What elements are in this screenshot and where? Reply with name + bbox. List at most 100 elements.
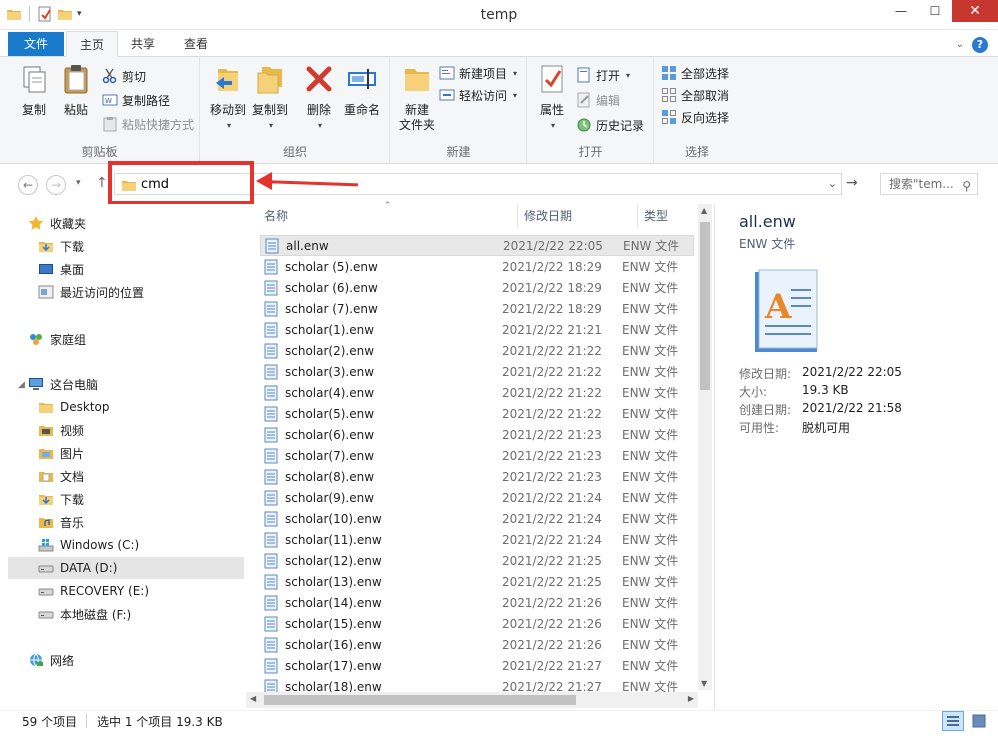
- search-icon[interactable]: ⚲: [962, 176, 971, 196]
- file-row[interactable]: scholar(7).enw 2021/2/22 21:23 ENW 文件: [260, 445, 694, 466]
- nav-label: 下载: [60, 492, 85, 507]
- scrollbar-thumb[interactable]: [700, 222, 710, 390]
- easy-access-label: 轻松访问: [459, 88, 508, 103]
- scroll-left-icon[interactable]: ◀: [250, 694, 256, 703]
- file-row[interactable]: scholar(4).enw 2021/2/22 21:22 ENW 文件: [260, 382, 694, 403]
- nav-drive-c[interactable]: Windows (C:): [0, 534, 246, 556]
- file-name: scholar (7).enw: [285, 301, 378, 316]
- file-row[interactable]: scholar(16).enw 2021/2/22 21:26 ENW 文件: [260, 634, 694, 655]
- file-name-cell: scholar (5).enw: [260, 259, 502, 275]
- nav-pc-desktop[interactable]: Desktop: [0, 396, 246, 418]
- file-row[interactable]: scholar(5).enw 2021/2/22 21:22 ENW 文件: [260, 403, 694, 424]
- file-type: ENW 文件: [622, 449, 679, 463]
- nav-recent[interactable]: 最近访问的位置: [0, 281, 246, 303]
- back-button[interactable]: ←: [18, 175, 38, 195]
- file-row[interactable]: scholar(6).enw 2021/2/22 21:23 ENW 文件: [260, 424, 694, 445]
- copy-button[interactable]: 复制: [14, 63, 54, 118]
- column-header-name[interactable]: 名称: [258, 204, 518, 228]
- details-size-value: 19.3 KB: [802, 383, 849, 397]
- file-row[interactable]: scholar(10).enw 2021/2/22 21:24 ENW 文件: [260, 508, 694, 529]
- chevron-down-icon[interactable]: ⌄: [828, 177, 837, 190]
- new-group-label: 新建: [446, 145, 471, 159]
- new-item-button[interactable]: 新建项目 ▾: [439, 63, 517, 83]
- nav-pictures[interactable]: 图片: [0, 442, 246, 464]
- search-input[interactable]: 搜索"tem... ⚲: [880, 173, 978, 195]
- large-icons-view-button[interactable]: [968, 711, 990, 731]
- nav-desktop[interactable]: 桌面: [0, 258, 246, 280]
- details-modified-value: 2021/2/22 22:05: [802, 365, 902, 379]
- cut-button[interactable]: 剪切: [102, 66, 146, 86]
- details-view-button[interactable]: [942, 711, 964, 731]
- delete-icon: [306, 66, 332, 92]
- nav-drive-f[interactable]: 本地磁盘 (F:): [0, 603, 246, 625]
- scroll-right-icon[interactable]: ▶: [688, 694, 694, 703]
- delete-button[interactable]: 删除 ▾: [299, 63, 339, 133]
- nav-homegroup[interactable]: 家庭组: [0, 328, 246, 350]
- chevron-down-icon: ▾: [226, 121, 231, 130]
- nav-drive-e[interactable]: RECOVERY (E:): [0, 580, 246, 602]
- file-row[interactable]: scholar(3).enw 2021/2/22 21:22 ENW 文件: [260, 361, 694, 382]
- horizontal-scrollbar[interactable]: ◀ ▶: [246, 692, 698, 708]
- nav-music[interactable]: 音乐: [0, 511, 246, 533]
- help-icon[interactable]: ?: [972, 37, 988, 53]
- properties-button[interactable]: 属性 ▾: [532, 63, 572, 133]
- file-name-cell: scholar(6).enw: [260, 427, 502, 443]
- file-name: scholar(4).enw: [285, 385, 375, 400]
- nav-downloads[interactable]: 下载: [0, 235, 246, 257]
- paste-shortcut-button[interactable]: 粘贴快捷方式: [102, 114, 194, 134]
- select-all-button[interactable]: 全部选择: [661, 63, 729, 83]
- paste-button[interactable]: 粘贴: [56, 63, 96, 118]
- recent-locations-icon[interactable]: ▾: [76, 178, 81, 188]
- nav-pc-downloads[interactable]: 下载: [0, 488, 246, 510]
- file-row[interactable]: all.enw 2021/2/22 22:05 ENW 文件: [260, 235, 694, 256]
- close-button[interactable]: ✕: [952, 0, 998, 22]
- scrollbar-thumb[interactable]: [264, 695, 576, 705]
- rename-button[interactable]: 重命名: [339, 63, 385, 118]
- tab-view[interactable]: 查看: [171, 31, 221, 57]
- up-arrow-icon[interactable]: ↑: [96, 175, 108, 191]
- maximize-button[interactable]: ☐: [918, 0, 952, 22]
- vertical-scrollbar[interactable]: ▲ ▼: [698, 204, 712, 690]
- history-button[interactable]: 历史记录: [576, 115, 644, 135]
- forward-button[interactable]: →: [46, 175, 66, 195]
- file-row[interactable]: scholar(15).enw 2021/2/22 21:26 ENW 文件: [260, 613, 694, 634]
- tab-share[interactable]: 共享: [118, 31, 168, 57]
- file-row[interactable]: scholar(17).enw 2021/2/22 21:27 ENW 文件: [260, 655, 694, 676]
- file-row[interactable]: scholar (7).enw 2021/2/22 18:29 ENW 文件: [260, 298, 694, 319]
- column-header-type[interactable]: 类型: [638, 204, 698, 228]
- file-row[interactable]: scholar (5).enw 2021/2/22 18:29 ENW 文件: [260, 256, 694, 277]
- nav-network[interactable]: 网络: [0, 649, 246, 671]
- column-header-date[interactable]: 修改日期: [518, 204, 638, 228]
- tab-home[interactable]: 主页: [66, 31, 119, 58]
- expand-ribbon-icon[interactable]: ⌄: [956, 39, 964, 50]
- copy-path-button[interactable]: W 复制路径: [102, 90, 170, 110]
- minimize-button[interactable]: —: [884, 0, 918, 22]
- invert-selection-button[interactable]: 反向选择: [661, 107, 729, 127]
- nav-this-pc[interactable]: 这台电脑: [0, 373, 246, 395]
- nav-documents[interactable]: 文档: [0, 465, 246, 487]
- open-button[interactable]: 打开 ▾: [576, 65, 630, 85]
- nav-favorites[interactable]: 收藏夹: [0, 212, 246, 234]
- new-folder-button[interactable]: 新建 文件夹: [395, 63, 439, 133]
- file-row[interactable]: scholar(2).enw 2021/2/22 21:22 ENW 文件: [260, 340, 694, 361]
- file-row[interactable]: scholar (6).enw 2021/2/22 18:29 ENW 文件: [260, 277, 694, 298]
- nav-videos[interactable]: 视频: [0, 419, 246, 441]
- edit-button[interactable]: 编辑: [576, 90, 620, 110]
- file-row[interactable]: scholar(11).enw 2021/2/22 21:24 ENW 文件: [260, 529, 694, 550]
- copy-to-button[interactable]: 复制到 ▾: [249, 63, 291, 133]
- scroll-up-icon[interactable]: ▲: [701, 206, 707, 215]
- select-none-button[interactable]: 全部取消: [661, 85, 729, 105]
- move-to-button[interactable]: 移动到 ▾: [207, 63, 249, 133]
- scroll-down-icon[interactable]: ▼: [701, 679, 707, 688]
- nav-drive-d[interactable]: DATA (D:): [8, 557, 244, 579]
- file-row[interactable]: scholar(8).enw 2021/2/22 21:23 ENW 文件: [260, 466, 694, 487]
- file-row[interactable]: scholar(12).enw 2021/2/22 21:25 ENW 文件: [260, 550, 694, 571]
- file-row[interactable]: scholar(14).enw 2021/2/22 21:26 ENW 文件: [260, 592, 694, 613]
- tab-file[interactable]: 文件: [8, 32, 65, 56]
- file-row[interactable]: scholar(9).enw 2021/2/22 21:24 ENW 文件: [260, 487, 694, 508]
- details-modified-label: 修改日期:: [739, 367, 792, 381]
- file-row[interactable]: scholar(13).enw 2021/2/22 21:25 ENW 文件: [260, 571, 694, 592]
- file-row[interactable]: scholar(1).enw 2021/2/22 21:21 ENW 文件: [260, 319, 694, 340]
- go-arrow-icon[interactable]: →: [846, 175, 858, 191]
- easy-access-button[interactable]: 轻松访问 ▾: [439, 85, 517, 105]
